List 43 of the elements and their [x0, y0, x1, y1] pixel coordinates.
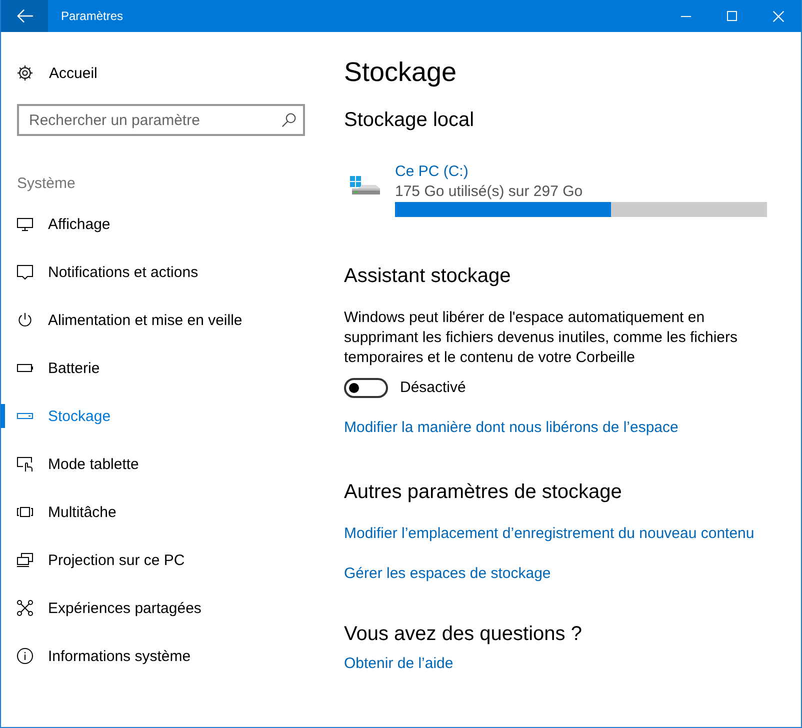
toggle-switch[interactable] — [344, 378, 388, 398]
gear-icon — [17, 65, 33, 81]
sidebar-item[interactable]: Affichage — [1, 200, 320, 248]
drive-usage: 175 Go utilisé(s) sur 297 Go — [395, 182, 583, 202]
link[interactable]: Modifier la manière dont nous libérons de l’espace — [344, 418, 678, 438]
back-icon — [16, 9, 32, 23]
sidebar-item[interactable]: Alimentation et mise en veille — [1, 296, 320, 344]
search-field[interactable]: Rechercher un paramètre — [17, 104, 305, 136]
monitor-icon — [17, 216, 33, 232]
sidebar-item[interactable]: Mode tablette — [1, 440, 320, 488]
window-title: Paramètres — [61, 9, 124, 23]
tablet-hand-icon — [17, 456, 33, 472]
drive-icon — [350, 176, 380, 196]
speech-bubble-icon — [17, 264, 33, 280]
description-text: Windows peut libérer de l'espace automatiquement en supprimant les fichiers devenus inutiles, comme les fichiers temporaires et le contenu de votre Corbeille — [344, 308, 738, 368]
info-icon — [17, 648, 33, 664]
close-icon — [772, 10, 784, 22]
section-heading: Stockage local — [344, 108, 474, 133]
page-title: Stockage — [344, 56, 457, 89]
power-icon — [17, 312, 33, 328]
section-heading: Vous avez des questions ? — [344, 622, 582, 647]
toggle-label: Désactivé — [400, 378, 466, 398]
link[interactable]: Gérer les espaces de stockage — [344, 564, 551, 584]
search-icon[interactable] — [282, 113, 296, 127]
sidebar-item[interactable]: Expériences partagées — [1, 584, 320, 632]
section-heading: Système — [17, 174, 76, 194]
maximize-icon — [727, 11, 737, 21]
sidebar-item[interactable]: Batterie — [1, 344, 320, 392]
multitask-icon — [17, 504, 33, 520]
drive-link[interactable]: Ce PC (C:) — [395, 162, 468, 182]
link[interactable]: Obtenir de l’aide — [344, 654, 454, 674]
network-nodes-icon — [17, 600, 33, 616]
section-heading: Assistant stockage — [344, 264, 511, 289]
sidebar-item[interactable]: Projection sur ce PC — [1, 536, 320, 584]
back-button[interactable] — [1, 0, 48, 32]
sidebar-item[interactable]: Notifications et actions — [1, 248, 320, 296]
link[interactable]: Modifier l’emplacement d’enregistrement du nouveau contenu — [344, 524, 754, 544]
two-screens-icon — [17, 552, 33, 568]
sidebar-item[interactable]: Informations système — [1, 632, 320, 680]
sidebar-item[interactable]: Multitâche — [1, 488, 320, 536]
sidebar-item[interactable]: Stockage — [1, 392, 320, 440]
home-item[interactable]: Accueil — [1, 49, 320, 97]
section-heading: Autres paramètres de stockage — [344, 480, 622, 505]
